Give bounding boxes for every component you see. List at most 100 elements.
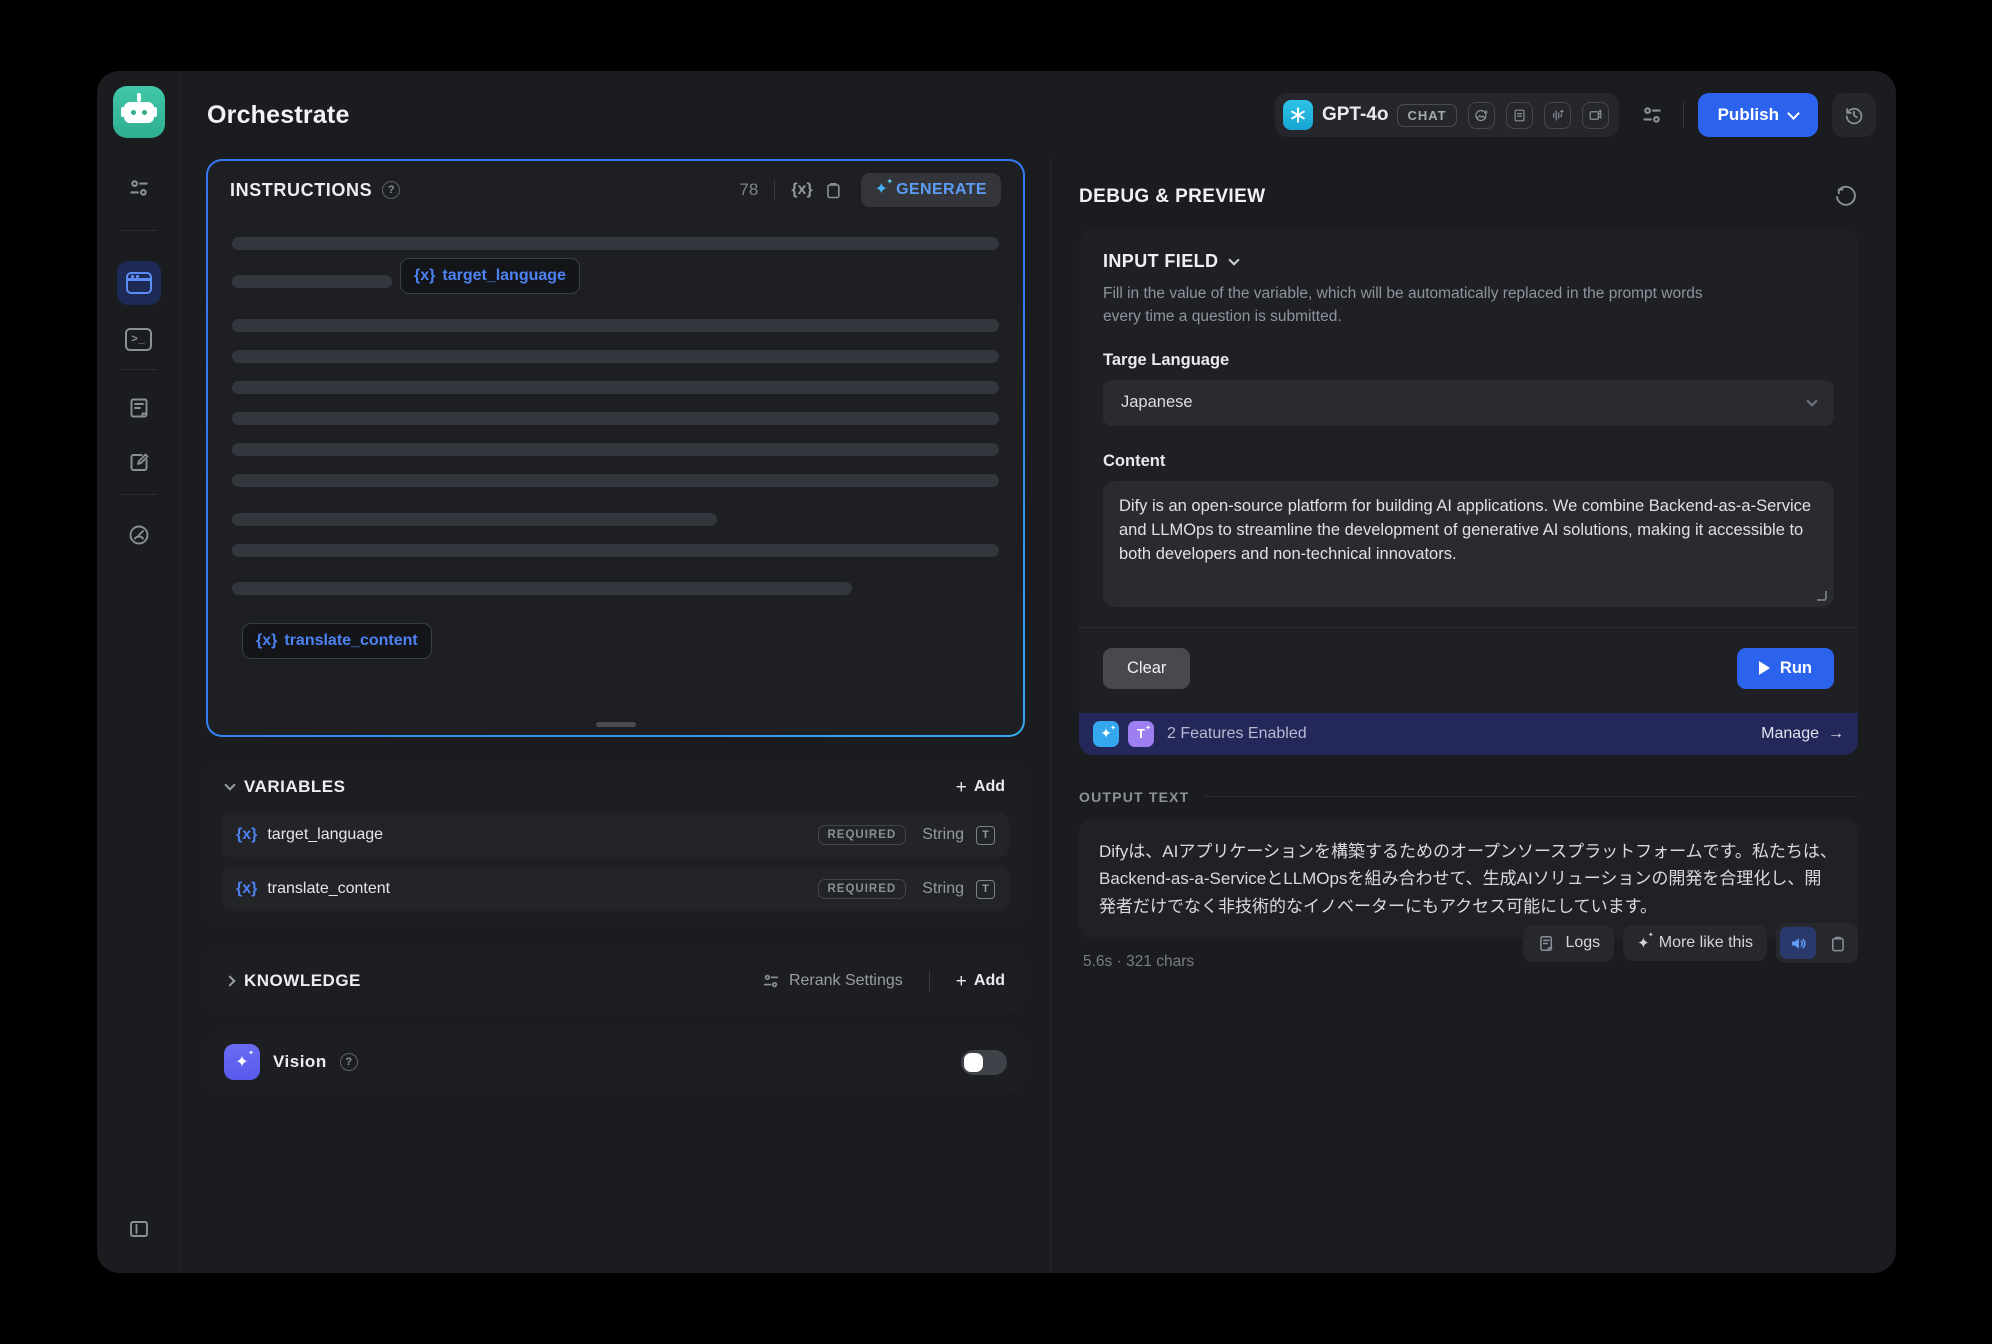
history-button[interactable] [1832, 93, 1876, 137]
publish-label: Publish [1718, 105, 1779, 125]
skeleton-line [232, 513, 717, 526]
features-bar[interactable]: ✦✦ T✦ 2 Features Enabled Manage → [1079, 713, 1858, 755]
main-header: Orchestrate GPT-4o CHAT [181, 71, 1896, 159]
speaker-button[interactable] [1780, 927, 1816, 959]
skeleton-line [232, 443, 999, 456]
run-button[interactable]: Run [1737, 648, 1834, 689]
resize-corner-icon[interactable] [1817, 591, 1827, 601]
output-stats: 5.6s · 321 chars [1079, 923, 1194, 971]
browser-window-icon [126, 272, 152, 294]
content-textarea[interactable]: Dify is an open-source platform for buil… [1103, 481, 1834, 607]
clipboard-icon [1828, 934, 1847, 953]
variable-chip-target-language[interactable]: {x} target_language [400, 258, 580, 294]
variables-header[interactable]: VARIABLES + Add [206, 761, 1025, 813]
chevron-down-icon [1229, 254, 1240, 265]
chevron-down-icon [224, 779, 235, 790]
variable-row[interactable]: {x} translate_content REQUIRED String T [222, 867, 1009, 911]
sidebar-divider [121, 494, 157, 495]
sidebar-item-terminal[interactable]: >_ [119, 319, 159, 359]
refresh-icon [1834, 185, 1858, 209]
copy-output-button[interactable] [1820, 927, 1854, 959]
main-area: Orchestrate GPT-4o CHAT [181, 71, 1896, 1273]
chevron-down-icon [1806, 395, 1817, 406]
copy-icon[interactable] [823, 180, 843, 200]
content-row: INSTRUCTIONS ? 78 {x} ✦✦ GENERATE [181, 159, 1896, 1273]
settings-sliders-icon[interactable] [119, 168, 159, 208]
sidebar-item-orchestrate[interactable] [117, 261, 161, 305]
debug-preview-title: DEBUG & PREVIEW [1079, 186, 1266, 208]
rerank-settings-button[interactable]: Rerank Settings [762, 972, 903, 990]
help-icon[interactable]: ? [340, 1053, 358, 1071]
sidebar-item-monitoring[interactable] [119, 515, 159, 555]
generate-button[interactable]: ✦✦ GENERATE [861, 173, 1001, 207]
vision-section: ✦✦ Vision ? [206, 1031, 1025, 1093]
arrow-right-icon: → [1828, 725, 1844, 743]
logs-document-icon [1537, 934, 1556, 953]
skeleton-line [232, 381, 999, 394]
skeleton-line [232, 237, 999, 250]
debug-preview-pane: DEBUG & PREVIEW INPUT FIELD Fill in the … [1050, 159, 1896, 1273]
output-text-box: Difyは、AIアプリケーションを構築するためのオープンソースプラットフォームで… [1079, 819, 1858, 940]
manage-features-button[interactable]: Manage → [1761, 725, 1844, 743]
char-count: 78 [739, 180, 758, 200]
model-parameters-button[interactable] [1631, 94, 1673, 136]
content-label: Content [1103, 452, 1834, 471]
add-variable-button[interactable]: + Add [956, 778, 1005, 797]
app-window: >_ Orchestrate GPT-4o CH [97, 71, 1896, 1273]
insert-variable-icon[interactable]: {x} [791, 181, 812, 199]
variable-row[interactable]: {x} target_language REQUIRED String T [222, 813, 1009, 857]
sparkle-feature-icon: ✦✦ [1093, 721, 1119, 747]
sparkle-icon: ✦✦ [1637, 934, 1650, 952]
instructions-panel: INSTRUCTIONS ? 78 {x} ✦✦ GENERATE [206, 159, 1025, 737]
publish-button[interactable]: Publish [1698, 93, 1818, 137]
target-language-select[interactable]: Japanese [1103, 380, 1834, 426]
collapse-sidebar-button[interactable] [119, 1209, 159, 1249]
model-name: GPT-4o [1322, 104, 1389, 126]
skeleton-line [232, 319, 999, 332]
output-title: OUTPUT TEXT [1079, 789, 1189, 805]
more-like-this-button[interactable]: ✦✦ More like this [1623, 925, 1767, 961]
string-type-icon: T [976, 880, 995, 899]
sidebar-item-logs[interactable] [119, 388, 159, 428]
sidebar-divider [121, 369, 157, 370]
restart-button[interactable] [1834, 185, 1858, 209]
resize-handle[interactable] [596, 722, 636, 727]
string-type-icon: T [976, 826, 995, 845]
model-selector[interactable]: GPT-4o CHAT [1275, 93, 1619, 137]
sidebar-item-annotation[interactable] [119, 442, 159, 482]
input-field-description: Fill in the value of the variable, which… [1103, 282, 1743, 329]
document-lines-icon [127, 396, 151, 420]
skeleton-line [232, 474, 999, 487]
instructions-header: INSTRUCTIONS ? 78 {x} ✦✦ GENERATE [230, 161, 1001, 219]
edit-note-icon [127, 450, 151, 474]
input-field-header[interactable]: INPUT FIELD [1103, 251, 1834, 272]
knowledge-title: KNOWLEDGE [244, 971, 361, 991]
sidebar-divider [121, 230, 157, 231]
collapse-panel-icon [127, 1217, 151, 1241]
video-capability-icon [1582, 102, 1609, 129]
chevron-right-icon[interactable] [224, 975, 235, 986]
clear-button[interactable]: Clear [1103, 648, 1190, 689]
skeleton-line [232, 582, 852, 595]
skeleton-line [232, 350, 999, 363]
logs-button[interactable]: Logs [1523, 925, 1614, 962]
variable-chip-translate-content[interactable]: {x} translate_content [242, 623, 432, 659]
output-icon-group [1776, 923, 1858, 963]
skeleton-line [232, 544, 999, 557]
skeleton-line [232, 412, 999, 425]
variables-title: VARIABLES [244, 777, 345, 797]
vision-title: Vision [273, 1052, 327, 1072]
help-icon[interactable]: ? [382, 181, 400, 199]
input-field-card: INPUT FIELD Fill in the value of the var… [1079, 229, 1858, 713]
header-divider [1683, 102, 1684, 128]
instructions-title: INSTRUCTIONS [230, 180, 372, 201]
app-logo-robot[interactable] [113, 86, 165, 138]
terminal-icon: >_ [125, 328, 152, 351]
play-icon [1759, 661, 1770, 675]
sidebar: >_ [97, 71, 181, 1273]
page-title: Orchestrate [207, 101, 350, 130]
document-capability-icon [1506, 102, 1533, 129]
vision-toggle[interactable] [961, 1050, 1007, 1075]
add-knowledge-button[interactable]: + Add [956, 972, 1005, 991]
vision-capability-icon [1468, 102, 1495, 129]
